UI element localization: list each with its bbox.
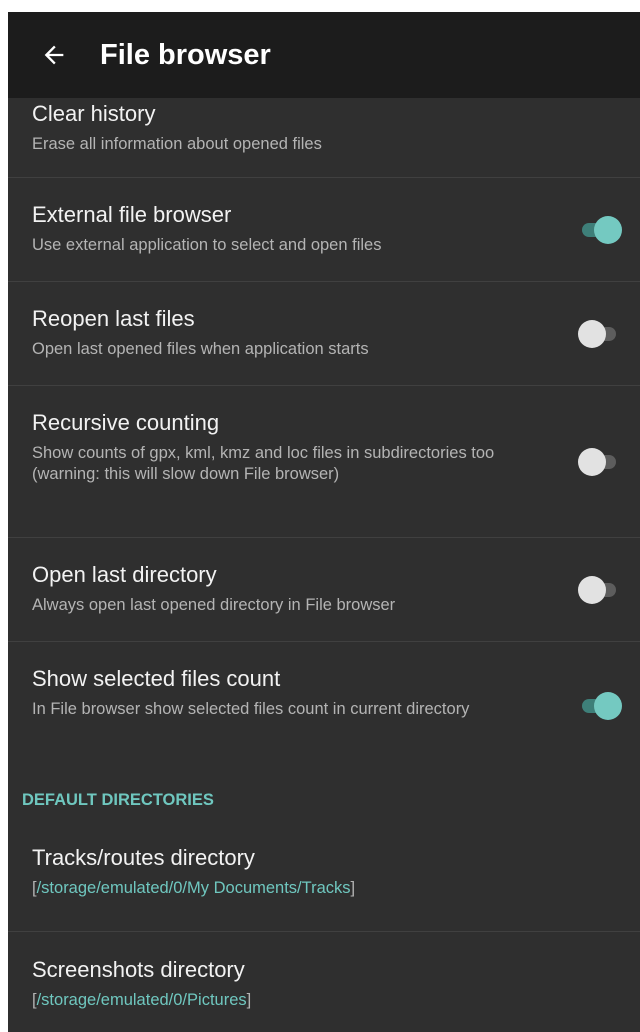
switch-thumb [578, 319, 606, 348]
setting-subtitle: Show counts of gpx, kml, kmz and loc fil… [32, 444, 495, 483]
path-value: /storage/emulated/0/Pictures [36, 991, 247, 1009]
open-last-directory-switch[interactable] [578, 575, 620, 605]
switch-thumb [578, 447, 606, 476]
setting-open-last-directory[interactable]: Open last directory Always open last ope… [8, 538, 640, 642]
back-button[interactable] [8, 12, 100, 98]
setting-subtitle: In File browser show selected files coun… [32, 700, 470, 718]
page-title: File browser [100, 38, 271, 71]
setting-subtitle: Use external application to select and o… [32, 236, 382, 254]
setting-subtitle: Erase all information about opened files [32, 135, 322, 153]
switch-thumb [594, 692, 622, 720]
screen: File browser Clear history Erase all inf… [8, 12, 640, 1032]
arrow-left-icon [44, 45, 64, 65]
path-close-bracket: ] [246, 991, 252, 1009]
setting-clear-history[interactable]: Clear history Erase all information abou… [8, 98, 640, 178]
switch-thumb [594, 215, 622, 244]
setting-show-selected-files-count[interactable]: Show selected files count In File browse… [8, 642, 640, 770]
path-value: /storage/emulated/0/My Documents/Tracks [36, 879, 351, 897]
setting-title: Reopen last files [32, 306, 195, 331]
setting-tracks-routes-directory[interactable]: Tracks/routes directory [/storage/emulat… [8, 830, 640, 932]
reopen-last-files-switch[interactable] [578, 319, 620, 349]
settings-list: Clear history Erase all information abou… [8, 98, 640, 1032]
path-close-bracket: ] [350, 879, 356, 897]
external-file-browser-switch[interactable] [578, 215, 622, 245]
show-selected-files-count-switch[interactable] [578, 691, 622, 721]
setting-title: Open last directory [32, 562, 217, 587]
setting-title: Recursive counting [32, 410, 220, 435]
directory-path: [/storage/emulated/0/Pictures] [32, 990, 540, 1011]
section-header-default-directories: DEFAULT DIRECTORIES [22, 791, 214, 809]
setting-title: Screenshots directory [32, 957, 245, 982]
setting-title: External file browser [32, 202, 232, 227]
setting-subtitle: Open last opened files when application … [32, 340, 369, 358]
setting-reopen-last-files[interactable]: Reopen last files Open last opened files… [8, 282, 640, 386]
setting-title: Tracks/routes directory [32, 845, 255, 870]
setting-title: Clear history [32, 101, 156, 126]
directory-path: [/storage/emulated/0/My Documents/Tracks… [32, 878, 540, 899]
switch-thumb [578, 575, 606, 604]
setting-screenshots-directory[interactable]: Screenshots directory [/storage/emulated… [8, 932, 640, 1032]
app-bar: File browser [8, 12, 640, 98]
setting-title: Show selected files count [32, 666, 281, 691]
setting-recursive-counting[interactable]: Recursive counting Show counts of gpx, k… [8, 386, 640, 538]
setting-subtitle: Always open last opened directory in Fil… [32, 596, 396, 614]
setting-external-file-browser[interactable]: External file browser Use external appli… [8, 178, 640, 282]
recursive-counting-switch[interactable] [578, 447, 620, 477]
